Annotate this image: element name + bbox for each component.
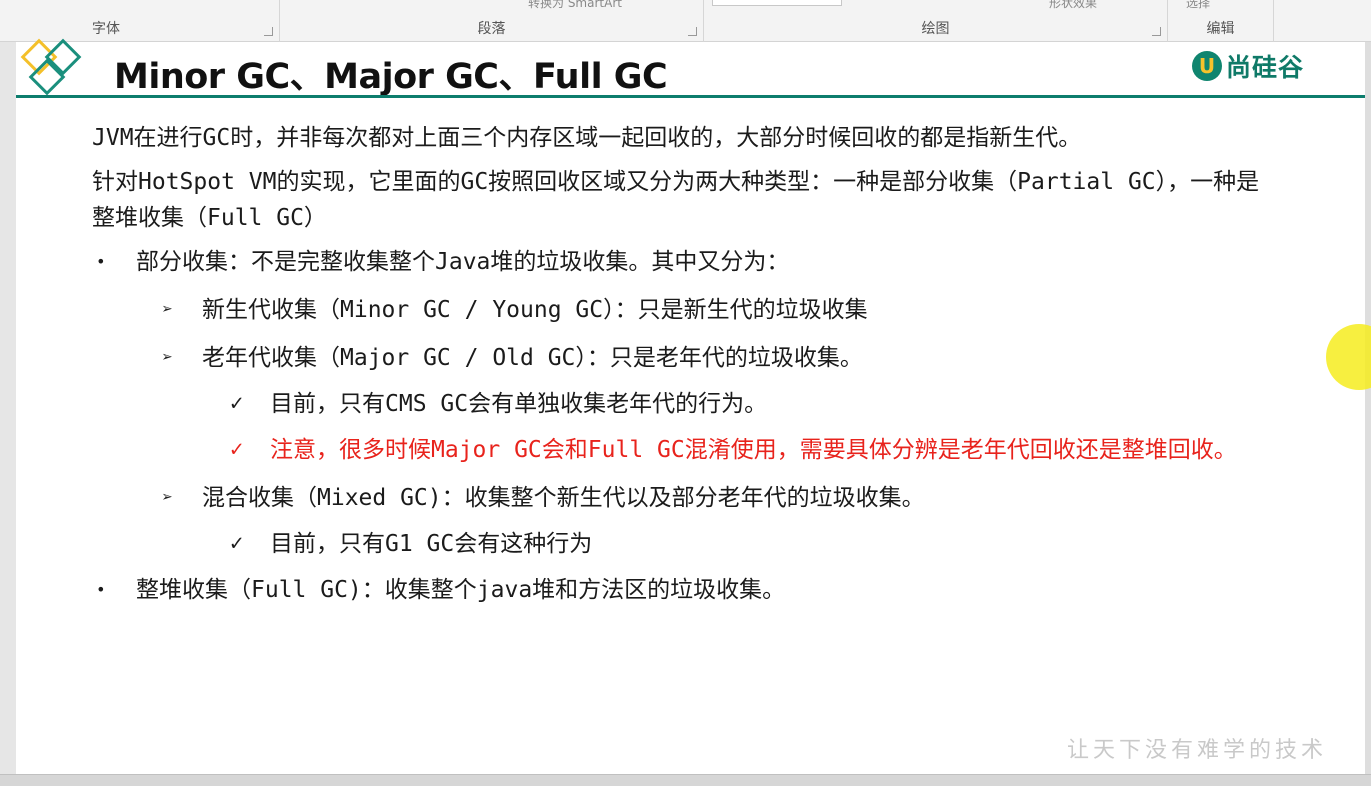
slide-body: JVM在进行GC时，并非每次都对上面三个内存区域一起回收的，大部分时候回收的都是… [92,120,1282,608]
list-item-text: 整堆收集（Full GC)：收集整个java堆和方法区的垃圾收集。 [136,577,786,603]
list-item-text: 目前，只有CMS GC会有单独收集老年代的行为。 [270,391,768,417]
list-item: ✓ 目前，只有G1 GC会有这种行为 [92,526,1282,562]
list-item-text: 部分收集：不是完整收集整个Java堆的垃圾收集。其中又分为： [136,249,790,275]
dialog-launcher-icon[interactable] [688,27,697,36]
dialog-launcher-icon[interactable] [1152,27,1161,36]
paragraph: 针对HotSpot VM的实现，它里面的GC按照回收区域又分为两大种类型：一种是… [92,169,1260,231]
arrow-bullet-icon: ➢ [162,299,173,320]
list-item-warning: ✓ 注意，很多时候Major GC会和Full GC混淆使用，需要具体分辨是老年… [92,432,1282,468]
ribbon-group-label: 段落 [477,21,506,37]
ribbon: 字体 转换为 SmartArt 段落 形状效果 绘图 选择 编辑 [0,0,1371,42]
list-item-text: 目前，只有G1 GC会有这种行为 [270,531,593,557]
status-bar [0,774,1371,786]
ribbon-group-label: 字体 [92,21,120,37]
ribbon-group-font: 字体 [0,0,280,42]
dialog-launcher-icon[interactable] [264,27,273,36]
list-item: ➢ 混合收集（Mixed GC)：收集整个新生代以及部分老年代的垃圾收集。 [92,480,1282,516]
list-item: • 整堆收集（Full GC)：收集整个java堆和方法区的垃圾收集。 [92,572,1282,608]
check-icon: ✓ [230,437,244,462]
select-button[interactable]: 选择 [1186,0,1210,11]
list-item-text: 混合收集（Mixed GC)：收集整个新生代以及部分老年代的垃圾收集。 [202,485,925,511]
list-item: ✓ 目前，只有CMS GC会有单独收集老年代的行为。 [92,386,1282,422]
vertical-scrollbar[interactable] [1365,42,1371,774]
check-icon: ✓ [230,531,244,556]
ribbon-group-drawing: 形状效果 绘图 [704,0,1168,42]
ribbon-group-editing: 选择 编辑 [1168,0,1274,42]
title-divider [16,95,1365,98]
arrow-bullet-icon: ➢ [162,347,173,368]
bullet-icon: • [96,580,106,599]
smartart-button[interactable]: 转换为 SmartArt [528,0,622,11]
bullet-icon: • [96,252,106,271]
logo-text: 尚硅谷 [1226,53,1305,82]
paragraph: JVM在进行GC时，并非每次都对上面三个内存区域一起回收的，大部分时候回收的都是… [92,125,1082,151]
list-item-text: 老年代收集（Major GC / Old GC）：只是老年代的垃圾收集。 [202,345,863,371]
list-item: • 部分收集：不是完整收集整个Java堆的垃圾收集。其中又分为： [92,244,1282,280]
ribbon-group-label: 绘图 [921,21,950,37]
slide-title: Minor GC、Major GC、Full GC [114,57,668,97]
ribbon-group-label: 编辑 [1206,21,1235,37]
slide-title-bar: Minor GC、Major GC、Full GC U 尚硅谷 [16,38,1365,100]
brand-logo: U 尚硅谷 [1192,48,1304,84]
list-item-text: 新生代收集（Minor GC / Young GC）：只是新生代的垃圾收集 [202,297,868,323]
slide: Minor GC、Major GC、Full GC U 尚硅谷 JVM在进行GC… [16,38,1365,774]
list-item: ➢ 老年代收集（Major GC / Old GC）：只是老年代的垃圾收集。 [92,340,1282,376]
list-item-text: 注意，很多时候Major GC会和Full GC混淆使用，需要具体分辨是老年代回… [270,437,1237,463]
check-icon: ✓ [230,391,244,416]
arrow-bullet-icon: ➢ [162,487,173,508]
ribbon-group-paragraph: 转换为 SmartArt 段落 [280,0,704,42]
shape-effects-button[interactable]: 形状效果 [1049,0,1097,11]
watermark: 让天下没有难学的技术 [1066,738,1327,763]
logo-mark-icon: U [1192,51,1222,81]
list-item: ➢ 新生代收集（Minor GC / Young GC）：只是新生代的垃圾收集 [92,292,1282,328]
shape-field[interactable] [712,0,842,6]
